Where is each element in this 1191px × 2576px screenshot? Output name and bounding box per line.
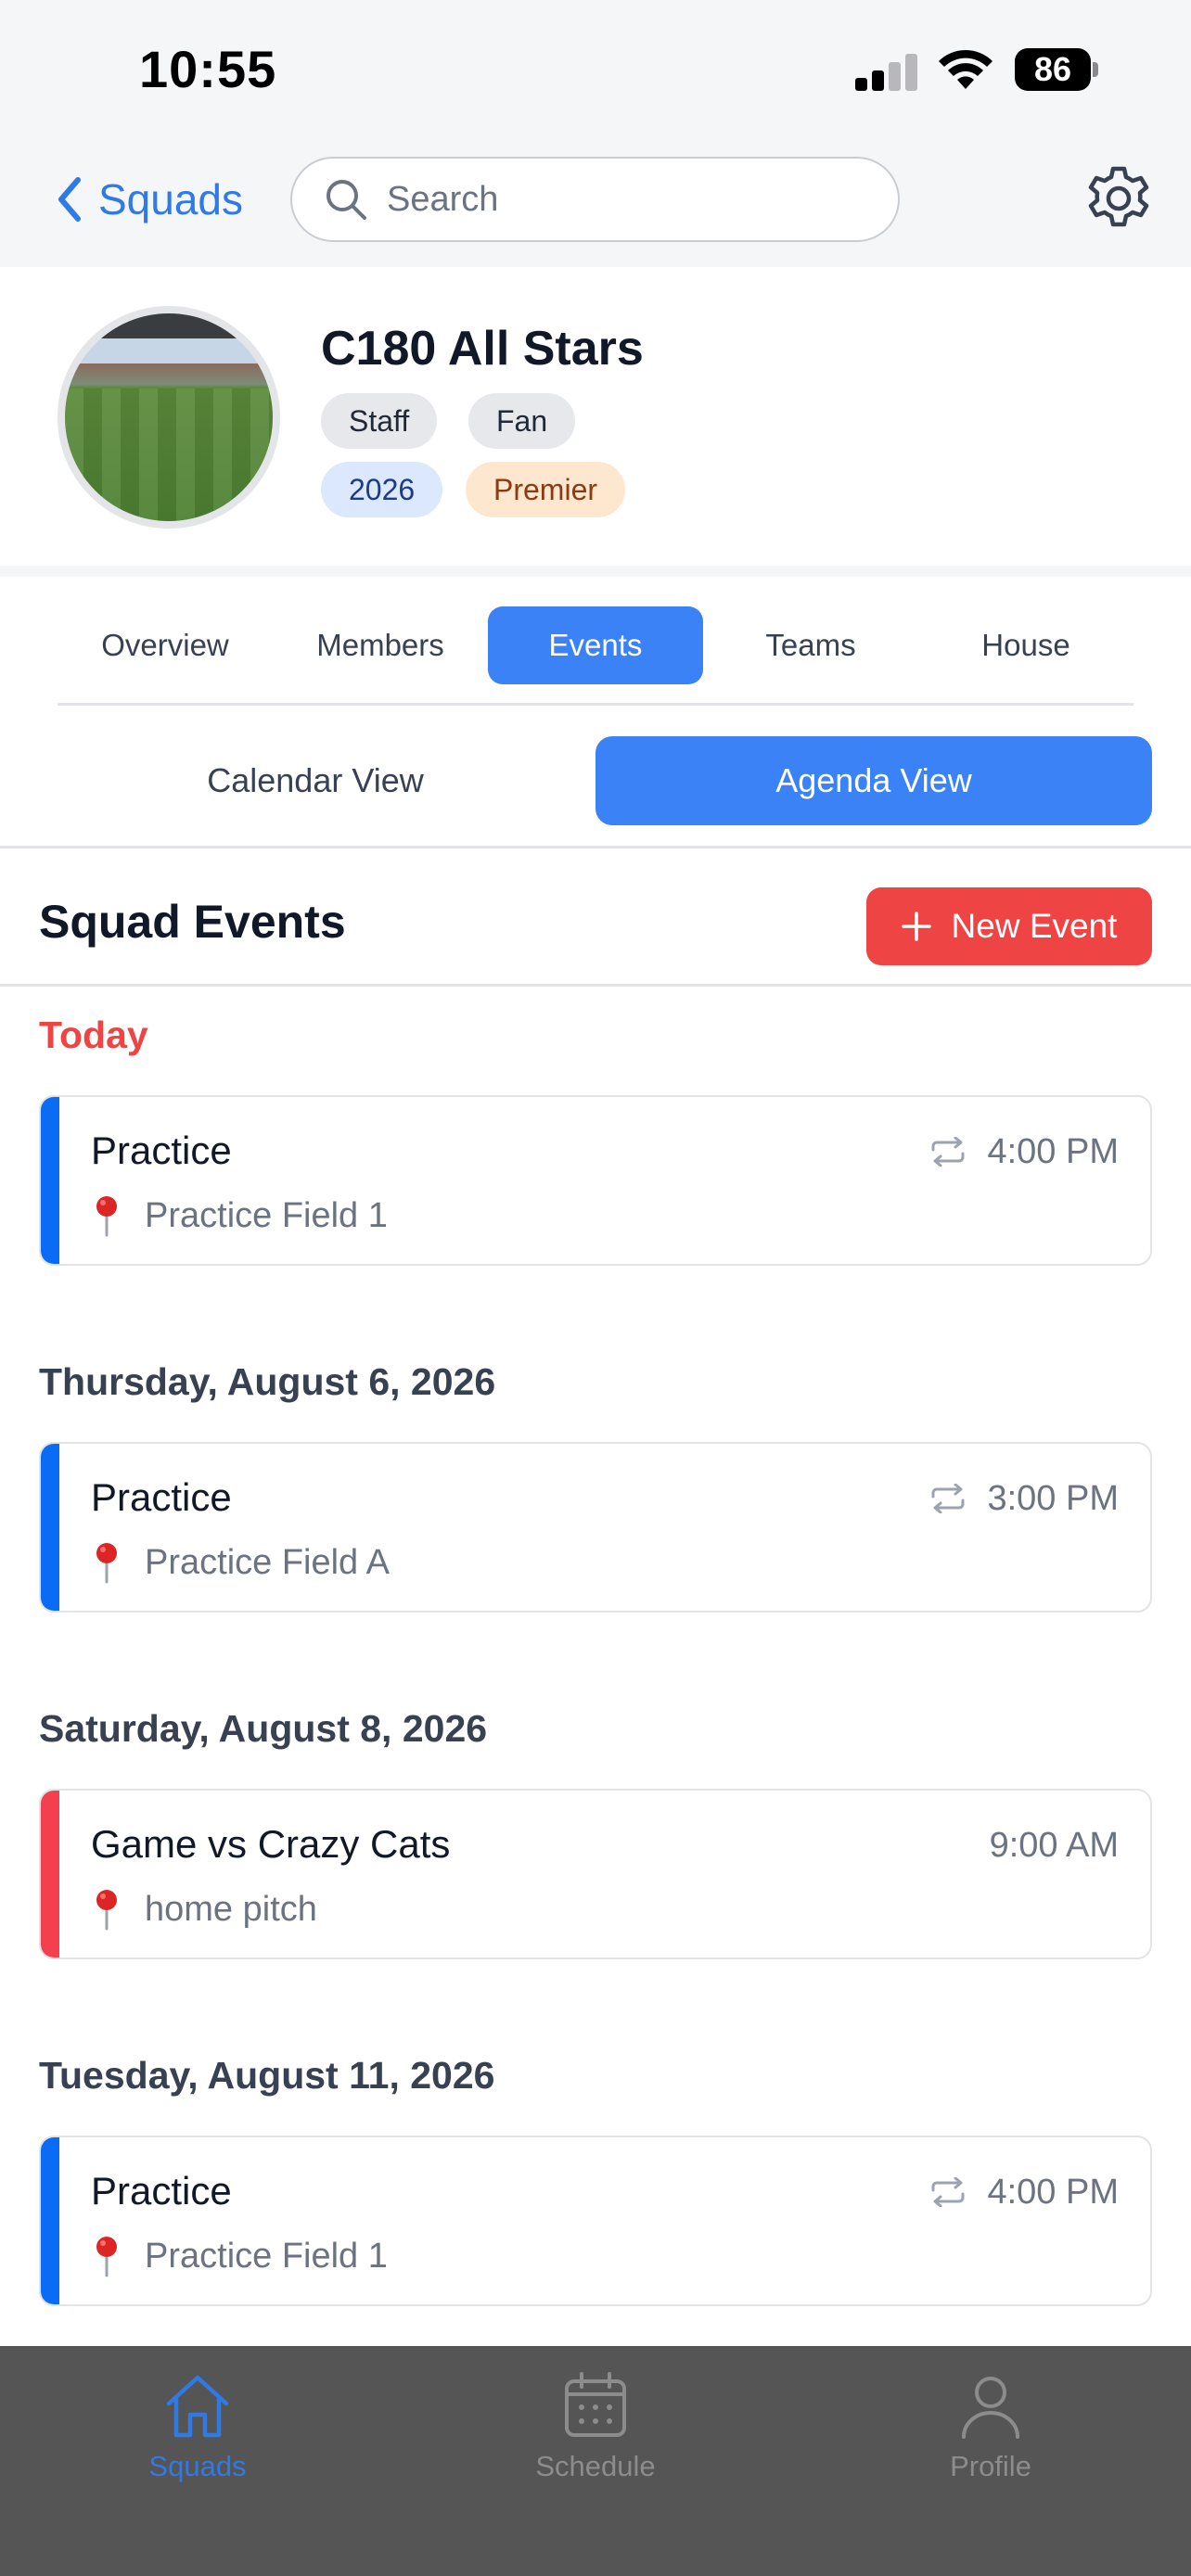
home-icon xyxy=(166,2375,229,2438)
event-location: Practice Field A xyxy=(91,1540,390,1585)
search-input[interactable] xyxy=(387,179,888,220)
event-time-text: 4:00 PM xyxy=(987,1131,1119,1171)
events-section-title: Squad Events xyxy=(39,896,346,948)
search-icon xyxy=(327,180,366,220)
tabbar-profile[interactable]: Profile xyxy=(852,2363,1130,2502)
squad-name: C180 All Stars xyxy=(321,322,644,376)
pin-icon xyxy=(96,2237,117,2277)
calendar-view-toggle[interactable]: Calendar View xyxy=(39,736,592,825)
tabbar-squads[interactable]: Squads xyxy=(58,2363,337,2502)
event-location: Practice Field 1 xyxy=(91,1193,388,1238)
tab-members[interactable]: Members xyxy=(273,606,488,684)
event-card[interactable]: Practice Practice Field A 3:00 PM xyxy=(39,1442,1152,1613)
event-location: home pitch xyxy=(91,1887,317,1932)
event-time: 4:00 PM xyxy=(929,2169,1119,2215)
event-title: Practice xyxy=(91,1129,232,1172)
event-accent xyxy=(41,1097,59,1264)
event-title: Game vs Crazy Cats xyxy=(91,1822,451,1866)
day-heading: Tuesday, August 11, 2026 xyxy=(39,2054,495,2097)
status-time: 10:55 xyxy=(139,40,277,98)
events-divider xyxy=(0,984,1191,987)
event-title: Practice xyxy=(91,1475,232,1519)
tab-house[interactable]: House xyxy=(918,606,1133,684)
event-time: 3:00 PM xyxy=(929,1475,1119,1522)
cellular-signal-icon xyxy=(855,54,920,91)
event-location-text: Practice Field 1 xyxy=(145,2236,388,2276)
back-button[interactable]: Squads xyxy=(52,169,243,230)
event-accent xyxy=(41,1791,59,1958)
new-event-button[interactable]: New Event xyxy=(866,887,1152,965)
event-location-text: home pitch xyxy=(145,1889,317,1929)
events-panel: Squad Events New Event Today Practice Pr… xyxy=(0,848,1191,2346)
division-badge: Premier xyxy=(466,462,626,517)
day-heading-today: Today xyxy=(39,1014,148,1056)
navigation-bar: Squads xyxy=(0,139,1191,267)
calendar-icon xyxy=(565,2372,626,2437)
repeat-icon xyxy=(931,2177,965,2207)
tabs-divider xyxy=(58,703,1133,706)
event-accent xyxy=(41,2137,59,2304)
event-card[interactable]: Game vs Crazy Cats home pitch 9:00 AM xyxy=(39,1789,1152,1959)
event-time-text: 3:00 PM xyxy=(987,1478,1119,1518)
tabbar-label: Schedule xyxy=(535,2450,656,2482)
repeat-icon xyxy=(931,1484,965,1513)
repeat-icon xyxy=(931,1137,965,1167)
back-label: Squads xyxy=(98,175,244,223)
squad-header: C180 All Stars Staff Fan 2026 Premier xyxy=(0,267,1191,566)
squad-tabs: Overview Members Events Teams House Cale… xyxy=(0,577,1191,846)
chevron-left-icon xyxy=(58,177,81,222)
role-badge-fan: Fan xyxy=(468,393,576,449)
event-card[interactable]: Practice Practice Field 1 4:00 PM xyxy=(39,2136,1152,2306)
event-time: 4:00 PM xyxy=(929,1129,1119,1175)
event-location-text: Practice Field 1 xyxy=(145,1195,388,1235)
search-bar[interactable] xyxy=(290,157,900,242)
agenda-view-toggle[interactable]: Agenda View xyxy=(596,736,1152,825)
battery-level: 86 xyxy=(1033,50,1072,88)
day-heading: Saturday, August 8, 2026 xyxy=(39,1707,488,1750)
event-time-text: 4:00 PM xyxy=(987,2172,1119,2212)
event-card[interactable]: Practice Practice Field 1 4:00 PM xyxy=(39,1095,1152,1266)
event-title: Practice xyxy=(91,2169,232,2213)
gear-icon[interactable] xyxy=(1085,165,1152,232)
pin-icon xyxy=(96,1196,117,1237)
new-event-label: New Event xyxy=(951,907,1118,945)
tabbar-label: Profile xyxy=(950,2450,1031,2482)
tab-overview[interactable]: Overview xyxy=(58,606,273,684)
tabbar-label: Squads xyxy=(148,2450,247,2482)
tab-teams[interactable]: Teams xyxy=(703,606,918,684)
event-location: Practice Field 1 xyxy=(91,2234,388,2278)
pin-icon xyxy=(96,1543,117,1584)
event-time-text: 9:00 AM xyxy=(989,1825,1119,1865)
role-badge-staff: Staff xyxy=(321,393,438,449)
person-icon xyxy=(962,2377,1019,2439)
pin-icon xyxy=(96,1890,117,1931)
tab-events[interactable]: Events xyxy=(488,606,703,684)
bottom-tab-bar: Squads Schedule Profile xyxy=(0,2346,1191,2576)
battery-icon: 86 xyxy=(1015,48,1098,91)
day-heading: Thursday, August 6, 2026 xyxy=(39,1360,496,1403)
event-time: 9:00 AM xyxy=(990,1822,1119,1868)
wifi-icon xyxy=(939,49,992,89)
event-accent xyxy=(41,1444,59,1611)
plus-icon xyxy=(901,912,931,941)
event-location-text: Practice Field A xyxy=(145,1542,390,1582)
tabbar-schedule[interactable]: Schedule xyxy=(456,2363,735,2502)
year-badge: 2026 xyxy=(321,462,443,517)
status-bar: 10:55 86 xyxy=(0,0,1191,139)
squad-avatar xyxy=(58,306,280,529)
